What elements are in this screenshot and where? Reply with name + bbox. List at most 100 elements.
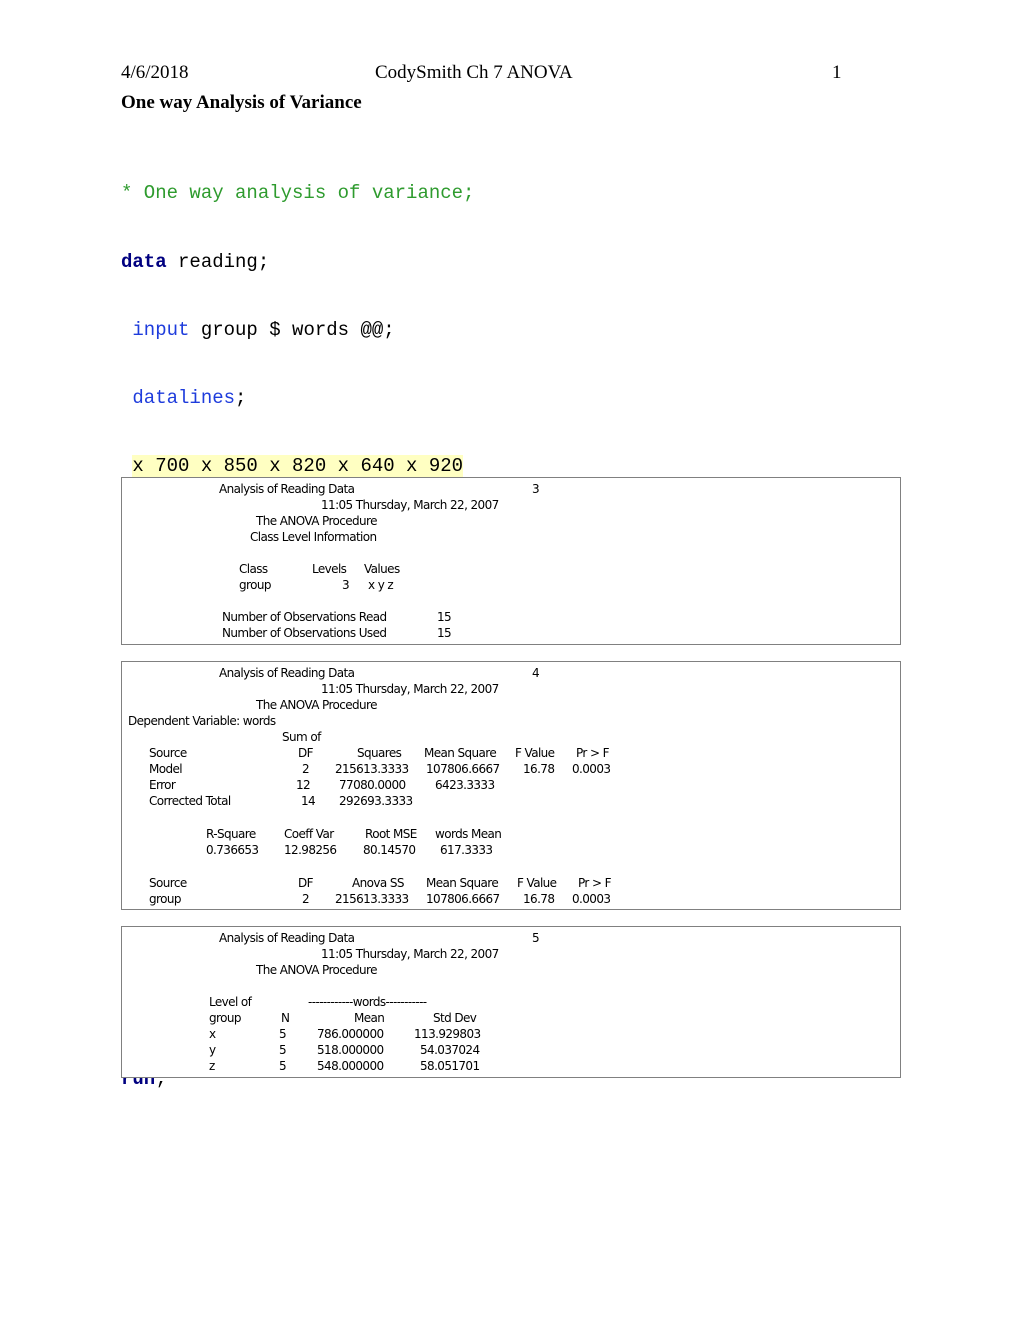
- type-cell-ms: 107806.6667: [426, 892, 500, 906]
- type-header-mean-square: Mean Square: [426, 876, 499, 890]
- type-cell-ss: 215613.3333: [335, 892, 409, 906]
- anova-cell-df: 12: [296, 778, 311, 792]
- procedure-name: The ANOVA Procedure: [256, 514, 378, 528]
- type-cell-source: group: [149, 892, 181, 906]
- code-text: group $ words @@;: [189, 318, 395, 341]
- obs-used-label: Number of Observations Used: [222, 626, 387, 640]
- anova-cell-source: Model: [149, 762, 183, 776]
- procedure-name: The ANOVA Procedure: [256, 963, 378, 977]
- anova-header-mean-square: Mean Square: [424, 746, 497, 760]
- anova-cell-f: 16.78: [523, 762, 555, 776]
- output-page-5: Analysis of Reading Data 5 11:05 Thursda…: [121, 926, 901, 1078]
- report-timestamp: 11:05 Thursday, March 22, 2007: [321, 947, 499, 961]
- level-of-label: Level of: [209, 995, 252, 1009]
- means-cell-n: 5: [279, 1043, 287, 1057]
- output-page-number: 5: [532, 931, 540, 945]
- code-line-datalines: datalines;: [121, 387, 520, 410]
- code-text: ;: [235, 386, 247, 409]
- type-header-df: DF: [298, 876, 314, 890]
- dataline-x: x 700 x 850 x 820 x 640 x 920: [132, 454, 464, 477]
- means-cell-group: x: [209, 1027, 216, 1041]
- obs-used-value: 15: [437, 626, 452, 640]
- obs-read-value: 15: [437, 610, 452, 624]
- section-title: Class Level Information: [250, 530, 377, 544]
- header-title: CodySmith Ch 7 ANOVA: [375, 62, 573, 83]
- type-header-f-value: F Value: [517, 876, 557, 890]
- means-cell-group: y: [209, 1043, 216, 1057]
- code-line-dataline: x 700 x 850 x 820 x 640 x 920: [121, 454, 520, 478]
- class-name: group: [239, 578, 271, 592]
- type-header-pr-f: Pr > F: [578, 876, 612, 890]
- obs-read-label: Number of Observations Read: [222, 610, 387, 624]
- anova-cell-source: Error: [149, 778, 176, 792]
- report-timestamp: 11:05 Thursday, March 22, 2007: [321, 682, 499, 696]
- document-heading: One way Analysis of Variance: [121, 92, 362, 113]
- class-values: x y z: [368, 578, 394, 592]
- code-line-data: data reading;: [121, 251, 520, 274]
- fit-value-coeff-var: 12.98256: [284, 843, 337, 857]
- anova-cell-df: 14: [301, 794, 316, 808]
- fit-value-words-mean: 617.3333: [440, 843, 493, 857]
- sum-of-label: Sum of: [282, 730, 321, 744]
- fit-header-coeff-var: Coeff Var: [284, 827, 334, 841]
- means-cell-mean: 548.000000: [317, 1059, 384, 1073]
- anova-header-pr-f: Pr > F: [576, 746, 610, 760]
- col-header-values: Values: [364, 562, 400, 576]
- means-cell-mean: 786.000000: [317, 1027, 384, 1041]
- type-cell-f: 16.78: [523, 892, 555, 906]
- type-header-anova-ss: Anova SS: [352, 876, 404, 890]
- means-cell-n: 5: [279, 1059, 287, 1073]
- anova-cell-p: 0.0003: [572, 762, 611, 776]
- output-page-4: Analysis of Reading Data 4 11:05 Thursda…: [121, 661, 901, 910]
- means-header-std-dev: Std Dev: [433, 1011, 477, 1025]
- means-header-n: N: [281, 1011, 290, 1025]
- code-keyword-datalines: datalines: [132, 386, 236, 409]
- means-header-mean: Mean: [354, 1011, 385, 1025]
- fit-header-words-mean: words Mean: [435, 827, 502, 841]
- words-span-header: ------------words-----------: [308, 995, 427, 1009]
- means-cell-group: z: [209, 1059, 215, 1073]
- report-title: Analysis of Reading Data: [219, 666, 355, 680]
- means-cell-mean: 518.000000: [317, 1043, 384, 1057]
- means-cell-std-dev: 113.929803: [414, 1027, 481, 1041]
- fit-header-root-mse: Root MSE: [365, 827, 417, 841]
- output-page-3: Analysis of Reading Data 3 11:05 Thursda…: [121, 477, 901, 645]
- anova-cell-ss: 215613.3333: [335, 762, 409, 776]
- anova-header-squares: Squares: [357, 746, 402, 760]
- anova-header-f-value: F Value: [515, 746, 555, 760]
- anova-header-source: Source: [149, 746, 187, 760]
- type-cell-p: 0.0003: [572, 892, 611, 906]
- code-line-input: input group $ words @@;: [121, 319, 520, 342]
- anova-cell-ms: 107806.6667: [426, 762, 500, 776]
- code-text: reading;: [166, 250, 270, 273]
- fit-header-r-square: R-Square: [206, 827, 256, 841]
- anova-cell-ss: 77080.0000: [339, 778, 406, 792]
- anova-cell-df: 2: [302, 762, 310, 776]
- anova-header-df: DF: [298, 746, 314, 760]
- code-keyword-input: input: [132, 318, 190, 341]
- means-cell-std-dev: 54.037024: [420, 1043, 480, 1057]
- code-line-comment: * One way analysis of variance;: [121, 182, 520, 205]
- report-title: Analysis of Reading Data: [219, 931, 355, 945]
- anova-cell-source: Corrected Total: [149, 794, 231, 808]
- col-header-levels: Levels: [312, 562, 347, 576]
- class-levels: 3: [342, 578, 350, 592]
- report-title: Analysis of Reading Data: [219, 482, 355, 496]
- anova-cell-ss: 292693.3333: [339, 794, 413, 808]
- code-comment: * One way analysis of variance;: [121, 182, 475, 205]
- output-page-number: 3: [532, 482, 540, 496]
- output-page-number: 4: [532, 666, 540, 680]
- fit-value-r-square: 0.736653: [206, 843, 259, 857]
- col-header-class: Class: [239, 562, 268, 576]
- code-keyword-data: data: [121, 250, 167, 273]
- type-header-source: Source: [149, 876, 187, 890]
- dependent-variable: Dependent Variable: words: [128, 714, 276, 728]
- means-cell-std-dev: 58.051701: [420, 1059, 480, 1073]
- report-timestamp: 11:05 Thursday, March 22, 2007: [321, 498, 499, 512]
- header-date: 4/6/2018: [121, 62, 189, 83]
- type-cell-df: 2: [302, 892, 310, 906]
- procedure-name: The ANOVA Procedure: [256, 698, 378, 712]
- means-cell-n: 5: [279, 1027, 287, 1041]
- means-header-group: group: [209, 1011, 241, 1025]
- header-page-number: 1: [832, 62, 842, 83]
